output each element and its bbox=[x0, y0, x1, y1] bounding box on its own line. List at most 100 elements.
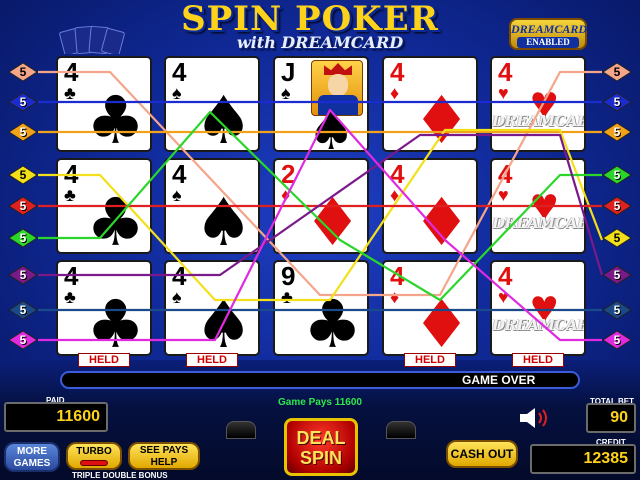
card-suit-small: ♠ bbox=[172, 185, 182, 205]
dreamcard-logo: DREAMCARD bbox=[492, 112, 584, 130]
right-payline-diamond-5[interactable]: 5 bbox=[602, 196, 632, 216]
card-r1-c1[interactable]: 4 ♣ ♣ bbox=[56, 56, 152, 152]
card-r3-c3[interactable]: 9 ♣ ♣ bbox=[273, 260, 369, 356]
card-r2-c2[interactable]: 4 ♠ ♠ bbox=[164, 158, 260, 254]
payline-bet-value: 5 bbox=[19, 303, 27, 317]
payline-bet-value: 5 bbox=[19, 65, 27, 79]
credit-panel: 12385 bbox=[530, 444, 636, 474]
card-r3-c2[interactable]: 4 ♠ ♠ bbox=[164, 260, 260, 356]
card-r2-c3[interactable]: 2 ♦ ♦ bbox=[273, 158, 369, 254]
card-rank: 4 bbox=[172, 261, 187, 291]
dreamcard-logo: DREAMCARD bbox=[492, 316, 584, 334]
left-payline-diamond-6[interactable]: 5 bbox=[8, 228, 38, 248]
card-rank: 4 bbox=[390, 159, 405, 189]
card-rank: 4 bbox=[172, 57, 187, 87]
right-payline-diamond-6[interactable]: 5 bbox=[602, 228, 632, 248]
card-suit-small: ♣ bbox=[64, 287, 76, 307]
payline-bet-value: 5 bbox=[613, 231, 621, 245]
payline-bet-value: 5 bbox=[613, 125, 621, 139]
card-rank: 4 bbox=[498, 261, 513, 291]
card-r1-c2[interactable]: 4 ♠ ♠ bbox=[164, 56, 260, 152]
payline-bet-value: 5 bbox=[19, 268, 27, 282]
coin-slot-left bbox=[226, 421, 256, 439]
payline-bet-value: 5 bbox=[19, 199, 27, 213]
payline-bet-value: 5 bbox=[613, 199, 621, 213]
payline-bet-value: 5 bbox=[613, 95, 621, 109]
badge-line2: ENABLED bbox=[517, 37, 579, 48]
turbo-label: TURBO bbox=[76, 446, 112, 457]
card-rank: 4 bbox=[498, 57, 513, 87]
card-suit-small: ♦ bbox=[390, 287, 400, 307]
payline-bet-value: 5 bbox=[19, 168, 27, 182]
left-payline-diamond-4[interactable]: 5 bbox=[8, 165, 38, 185]
card-suit-small: ♣ bbox=[64, 83, 76, 103]
card-rank: 4 bbox=[172, 159, 187, 189]
card-suit-small: ♦ bbox=[390, 185, 400, 205]
card-suit-small: ♦ bbox=[281, 185, 291, 205]
card-suit-small: ♥ bbox=[498, 287, 509, 307]
status-message: GAME OVER bbox=[462, 373, 536, 387]
held-label-2: HELD bbox=[186, 353, 238, 367]
left-payline-diamond-5[interactable]: 5 bbox=[8, 196, 38, 216]
game-variant-label: TRIPLE DOUBLE BONUS bbox=[72, 471, 168, 480]
card-r2-c5[interactable]: 4♥♥DREAMCARD bbox=[490, 158, 586, 254]
more-games-button[interactable]: MORE GAMES bbox=[4, 442, 60, 472]
right-payline-diamond-3[interactable]: 5 bbox=[602, 122, 632, 142]
card-suit-big: ♠ bbox=[194, 82, 254, 152]
card-suit-big: ♣ bbox=[86, 286, 146, 356]
held-label-4: HELD bbox=[404, 353, 456, 367]
total-bet-panel: 90 bbox=[586, 403, 636, 433]
card-suit-small: ♠ bbox=[172, 83, 182, 103]
left-payline-diamond-2[interactable]: 5 bbox=[8, 92, 38, 112]
card-rank: 4 bbox=[498, 159, 513, 189]
right-payline-diamond-9[interactable]: 5 bbox=[602, 330, 632, 350]
payline-bet-value: 5 bbox=[19, 333, 27, 347]
card-rank: 9 bbox=[281, 261, 296, 291]
left-payline-diamond-8[interactable]: 5 bbox=[8, 300, 38, 320]
card-r2-c4[interactable]: 4 ♦ ♦ bbox=[382, 158, 478, 254]
right-payline-diamond-1[interactable]: 5 bbox=[602, 62, 632, 82]
card-suit-big: ♦ bbox=[412, 82, 472, 152]
card-r3-c4[interactable]: 4 ♦ ♦ bbox=[382, 260, 478, 356]
paid-value: 11600 bbox=[56, 408, 100, 425]
payline-bet-value: 5 bbox=[19, 125, 27, 139]
card-suit-small: ♥ bbox=[498, 83, 509, 103]
coin-slot-right bbox=[386, 421, 416, 439]
right-payline-diamond-7[interactable]: 5 bbox=[602, 265, 632, 285]
card-suit-big: ♦ bbox=[303, 184, 363, 254]
left-payline-diamond-7[interactable]: 5 bbox=[8, 265, 38, 285]
total-bet-value: 90 bbox=[610, 409, 628, 426]
payline-bet-value: 5 bbox=[19, 95, 27, 109]
see-pays-help-button[interactable]: SEE PAYS HELP bbox=[128, 442, 200, 470]
badge-line1: DREAMCARD bbox=[511, 22, 588, 36]
card-rank: 4 bbox=[64, 159, 79, 189]
card-r1-c3[interactable]: J ♠ ♠ bbox=[273, 56, 369, 152]
cash-out-button[interactable]: CASH OUT bbox=[446, 440, 518, 468]
card-suit-big: ♦ bbox=[412, 286, 472, 356]
card-suit-big: ♣ bbox=[86, 184, 146, 254]
card-r2-c1[interactable]: 4 ♣ ♣ bbox=[56, 158, 152, 254]
card-suit-small: ♦ bbox=[390, 83, 400, 103]
payline-bet-value: 5 bbox=[613, 333, 621, 347]
held-label-1: HELD bbox=[78, 353, 130, 367]
card-r3-c5[interactable]: 4♥♥DREAMCARD bbox=[490, 260, 586, 356]
speaker-icon[interactable] bbox=[518, 405, 554, 431]
left-payline-diamond-1[interactable]: 5 bbox=[8, 62, 38, 82]
card-r3-c1[interactable]: 4 ♣ ♣ bbox=[56, 260, 152, 356]
card-rank: 4 bbox=[64, 57, 79, 87]
deal-spin-button[interactable]: DEAL SPIN bbox=[284, 418, 358, 476]
card-r1-c5[interactable]: 4♥♥DREAMCARD bbox=[490, 56, 586, 152]
right-payline-diamond-8[interactable]: 5 bbox=[602, 300, 632, 320]
dreamcard-enabled-badge: DREAMCARD ENABLED bbox=[509, 18, 587, 50]
card-suit-big: ♠ bbox=[194, 184, 254, 254]
right-payline-diamond-4[interactable]: 5 bbox=[602, 165, 632, 185]
card-suit-big: ♦ bbox=[412, 184, 472, 254]
credit-value: 12385 bbox=[583, 450, 629, 467]
turbo-indicator-light bbox=[80, 460, 108, 466]
right-payline-diamond-2[interactable]: 5 bbox=[602, 92, 632, 112]
card-r1-c4[interactable]: 4 ♦ ♦ bbox=[382, 56, 478, 152]
left-payline-diamond-3[interactable]: 5 bbox=[8, 122, 38, 142]
turbo-button[interactable]: TURBO bbox=[66, 442, 122, 470]
left-payline-diamond-9[interactable]: 5 bbox=[8, 330, 38, 350]
game-subtitle: with DREAMCARD bbox=[236, 33, 404, 52]
